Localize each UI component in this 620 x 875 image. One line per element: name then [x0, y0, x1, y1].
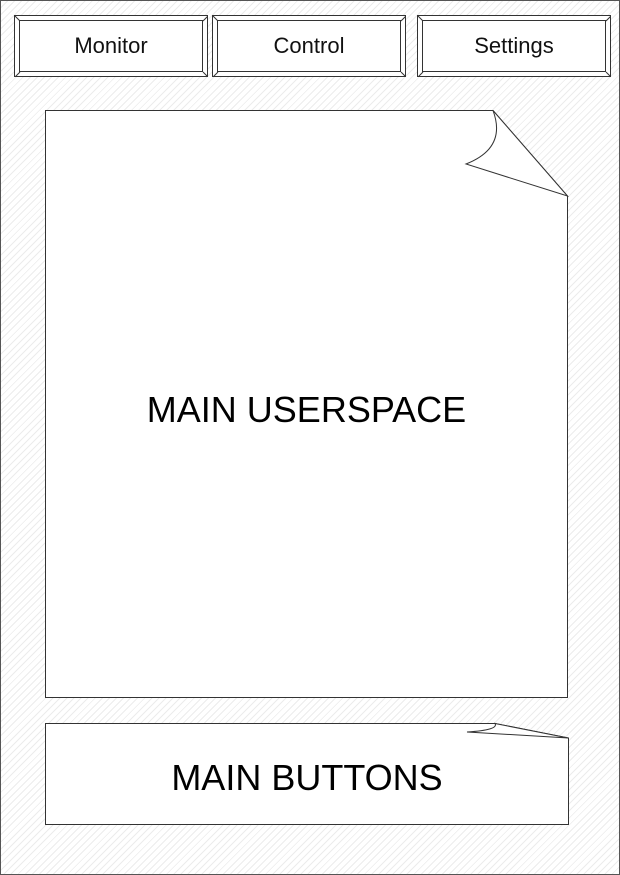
- main-buttons-panel[interactable]: MAIN BUTTONS: [45, 722, 569, 825]
- main-userspace-label: MAIN USERSPACE: [146, 389, 467, 430]
- tab-control[interactable]: Control: [212, 15, 406, 77]
- main-userspace-panel[interactable]: MAIN USERSPACE: [45, 110, 570, 698]
- tab-settings-label: Settings: [422, 20, 606, 72]
- main-buttons-label: MAIN BUTTONS: [171, 757, 443, 798]
- tab-monitor-label: Monitor: [19, 20, 203, 72]
- tab-settings[interactable]: Settings: [417, 15, 611, 77]
- tab-control-label: Control: [217, 20, 401, 72]
- tab-monitor[interactable]: Monitor: [14, 15, 208, 77]
